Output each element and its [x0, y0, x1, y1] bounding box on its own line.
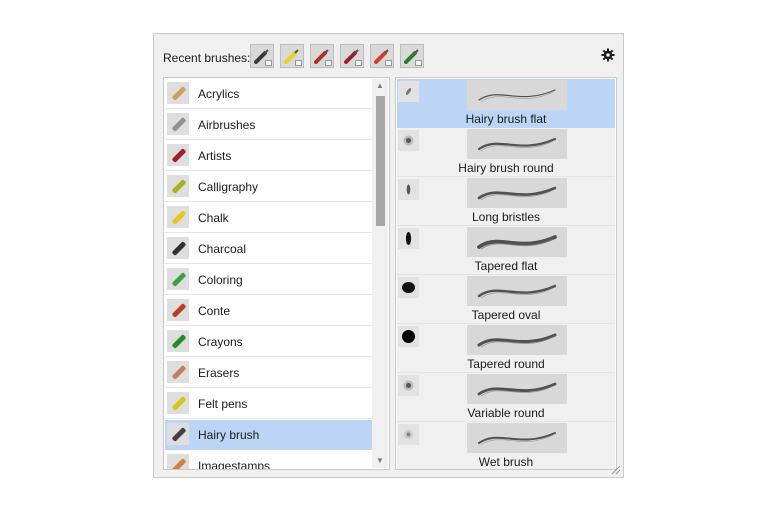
brush-tip-icon — [398, 81, 419, 102]
brush-preset-label: Hairy brush round — [458, 161, 554, 175]
brush-stroke-preview — [467, 178, 567, 208]
category-item[interactable]: Acrylics — [165, 79, 373, 109]
brush-preset-label: Tapered oval — [471, 308, 541, 322]
dropdown-icon — [325, 60, 332, 66]
category-brush-icon — [167, 82, 189, 104]
category-brush-icon — [167, 268, 189, 290]
category-item[interactable]: Erasers — [165, 358, 373, 388]
category-item[interactable]: Hairy brush — [165, 420, 373, 450]
brush-preset-item[interactable]: Variable round — [397, 373, 615, 422]
category-item[interactable]: Charcoal — [165, 234, 373, 264]
category-item[interactable]: Artists — [165, 141, 373, 171]
category-item[interactable]: Felt pens — [165, 389, 373, 419]
brush-preset-label: Variable round — [467, 406, 545, 420]
category-brush-icon — [167, 423, 189, 445]
recent-brush-button[interactable] — [400, 44, 424, 68]
brush-preset-label: Wet brush — [478, 455, 534, 469]
brush-tip-icon — [398, 130, 419, 151]
brush-stroke-preview — [467, 80, 567, 110]
category-label: Coloring — [198, 273, 243, 287]
category-item[interactable]: Chalk — [165, 203, 373, 233]
category-label: Chalk — [198, 211, 229, 225]
dropdown-icon — [265, 60, 272, 66]
category-label: Acrylics — [198, 87, 240, 101]
brush-tip-icon — [398, 277, 419, 298]
dropdown-icon — [415, 60, 422, 66]
brush-preset-item[interactable]: Hairy brush flat — [397, 79, 615, 128]
category-label: Conte — [198, 304, 231, 318]
gear-icon[interactable] — [601, 48, 615, 62]
recent-brush-button[interactable] — [310, 44, 334, 68]
brush-tip-icon — [398, 424, 419, 445]
recent-brush-button[interactable] — [250, 44, 274, 68]
category-label: Charcoal — [198, 242, 247, 256]
category-brush-icon — [167, 361, 189, 383]
category-brush-icon — [167, 454, 189, 469]
recent-brush-button[interactable] — [370, 44, 394, 68]
recent-brush-button[interactable] — [340, 44, 364, 68]
category-label: Hairy brush — [198, 428, 260, 442]
brush-stroke-preview — [467, 276, 567, 306]
category-brush-icon — [167, 237, 189, 259]
category-label: Erasers — [198, 366, 240, 380]
brush-tip-icon — [398, 228, 419, 249]
category-brush-icon — [167, 113, 189, 135]
category-brush-icon — [167, 144, 189, 166]
category-brush-icon — [167, 299, 189, 321]
brush-tip-icon — [398, 375, 419, 396]
brush-preset-label: Tapered flat — [474, 259, 538, 273]
brush-category-list[interactable]: Acrylics Airbrushes Artists Calligraphy Chal… — [163, 77, 390, 470]
brush-preset-label: Long bristles — [471, 210, 541, 224]
dropdown-icon — [295, 60, 302, 66]
brush-stroke-preview — [467, 325, 567, 355]
resize-grip-icon[interactable] — [611, 465, 621, 475]
category-item[interactable]: Calligraphy — [165, 172, 373, 202]
category-label: Artists — [198, 149, 232, 163]
category-item[interactable]: Crayons — [165, 327, 373, 357]
category-brush-icon — [167, 392, 189, 414]
brush-preset-label: Tapered round — [467, 357, 545, 371]
brush-preset-item[interactable]: Tapered flat — [397, 226, 615, 275]
category-item[interactable]: Imagestamps — [165, 451, 373, 470]
category-label: Airbrushes — [198, 118, 256, 132]
brush-stroke-preview — [467, 423, 567, 453]
category-brush-icon — [167, 330, 189, 352]
recent-brush-button[interactable] — [280, 44, 304, 68]
category-brush-icon — [167, 206, 189, 228]
dropdown-icon — [385, 60, 392, 66]
scroll-thumb[interactable] — [376, 96, 385, 226]
scroll-up-icon[interactable]: ▲ — [372, 79, 388, 93]
category-item[interactable]: Airbrushes — [165, 110, 373, 140]
category-label: Calligraphy — [198, 180, 259, 194]
scroll-down-icon[interactable]: ▼ — [372, 454, 388, 468]
brush-preset-label: Hairy brush flat — [465, 112, 547, 126]
category-label: Imagestamps — [198, 459, 271, 470]
brush-stroke-preview — [467, 129, 567, 159]
category-item[interactable]: Coloring — [165, 265, 373, 295]
brush-preset-item[interactable]: Tapered oval — [397, 275, 615, 324]
brush-preset-item[interactable]: Long bristles — [397, 177, 615, 226]
recent-brushes-label: Recent brushes: — [163, 51, 251, 65]
brush-tip-icon — [398, 179, 419, 200]
brush-preset-list[interactable]: Hairy brush flat Hairy brush round Long br… — [395, 77, 617, 470]
brush-preset-item[interactable]: Tapered round — [397, 324, 615, 373]
brush-stroke-preview — [467, 227, 567, 257]
brush-preset-item[interactable]: Wet brush — [397, 422, 615, 469]
brush-tip-icon — [398, 326, 419, 347]
dropdown-icon — [355, 60, 362, 66]
category-label: Crayons — [198, 335, 243, 349]
brush-library-panel: Recent brushes: Acrylics Airbrushes Artist… — [153, 33, 624, 478]
category-label: Felt pens — [198, 397, 248, 411]
category-brush-icon — [167, 175, 189, 197]
brush-stroke-preview — [467, 374, 567, 404]
category-scrollbar[interactable]: ▲ ▼ — [372, 79, 388, 468]
category-item[interactable]: Conte — [165, 296, 373, 326]
brush-preset-item[interactable]: Hairy brush round — [397, 128, 615, 177]
